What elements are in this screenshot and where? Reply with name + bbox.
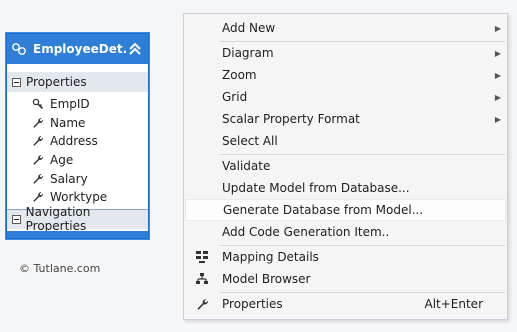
wrench-icon	[32, 191, 44, 203]
property-item[interactable]: Age	[7, 151, 148, 170]
copyright-text: © Tutlane.com	[19, 262, 101, 275]
menu-item-scalar-property-format[interactable]: Scalar Property Format ▶	[185, 108, 506, 130]
property-name: Worktype	[50, 190, 108, 205]
key-wrench-icon	[32, 98, 44, 110]
submenu-arrow-icon: ▶	[494, 92, 502, 102]
menu-item-update-model[interactable]: Update Model from Database...	[185, 177, 506, 199]
menu-item-generate-database[interactable]: Generate Database from Model...	[185, 199, 506, 221]
property-item[interactable]: Worktype	[7, 188, 148, 207]
property-item[interactable]: EmpID	[7, 95, 148, 114]
property-name: Age	[50, 153, 74, 168]
wrench-icon	[185, 293, 219, 315]
collapse-chevron-icon[interactable]	[126, 40, 144, 58]
collapse-minus-icon[interactable]	[12, 214, 21, 224]
entity-header[interactable]: EmployeeDet...	[7, 34, 148, 64]
entity-footer-bar	[7, 231, 148, 238]
property-name: Salary	[50, 171, 88, 186]
menu-item-label: Zoom	[222, 68, 257, 82]
menu-item-label: Model Browser	[222, 272, 311, 286]
navigation-section-label: Navigation Properties	[25, 205, 91, 234]
property-name: Name	[50, 115, 86, 130]
menu-item-grid[interactable]: Grid ▶	[185, 86, 506, 108]
collapse-minus-icon[interactable]	[12, 77, 21, 87]
submenu-arrow-icon: ▶	[494, 114, 502, 124]
mapping-details-icon	[185, 246, 219, 268]
entity-employee-details[interactable]: EmployeeDet... Properties EmpID Name Add…	[6, 33, 149, 239]
menu-item-label: Update Model from Database...	[222, 181, 410, 195]
menu-item-model-browser[interactable]: Model Browser	[185, 268, 506, 290]
menu-item-diagram[interactable]: Diagram ▶	[185, 42, 506, 64]
property-name: EmpID	[50, 97, 90, 112]
entity-title: EmployeeDet...	[33, 42, 126, 56]
menu-item-zoom[interactable]: Zoom ▶	[185, 64, 506, 86]
menu-item-label: Scalar Property Format	[222, 112, 360, 126]
properties-section-header[interactable]: Properties	[7, 72, 148, 92]
menu-item-label: Grid	[222, 90, 248, 104]
wrench-icon	[32, 154, 44, 166]
wrench-icon	[32, 173, 44, 185]
menu-item-properties[interactable]: Properties Alt+Enter	[185, 293, 506, 315]
properties-section-label: Properties	[26, 75, 87, 89]
menu-item-add-code-generation[interactable]: Add Code Generation Item..	[185, 221, 506, 243]
menu-item-label: Diagram	[222, 46, 274, 60]
menu-item-label: Add Code Generation Item..	[222, 225, 390, 239]
property-item[interactable]: Address	[7, 132, 148, 151]
submenu-arrow-icon: ▶	[494, 48, 502, 58]
wrench-icon	[32, 117, 44, 129]
property-item[interactable]: Name	[7, 114, 148, 133]
menu-item-shortcut: Alt+Enter	[424, 297, 483, 311]
menu-item-add-new[interactable]: Add New ▶	[185, 17, 506, 39]
wrench-icon	[32, 135, 44, 147]
property-item[interactable]: Salary	[7, 169, 148, 188]
navigation-section-header[interactable]: Navigation Properties	[7, 205, 148, 233]
menu-item-label: Mapping Details	[222, 250, 319, 264]
submenu-arrow-icon: ▶	[494, 23, 502, 33]
menu-item-label: Generate Database from Model...	[223, 203, 424, 217]
submenu-arrow-icon: ▶	[494, 70, 502, 80]
menu-item-select-all[interactable]: Select All	[185, 130, 506, 152]
menu-item-validate[interactable]: Validate	[185, 155, 506, 177]
context-menu: Add New ▶ Diagram ▶ Zoom ▶ Grid ▶ Scalar…	[183, 13, 508, 320]
menu-item-label: Select All	[222, 134, 278, 148]
menu-item-label: Add New	[222, 21, 276, 35]
menu-item-label: Properties	[222, 297, 283, 311]
menu-item-label: Validate	[222, 159, 271, 173]
property-name: Address	[50, 134, 98, 149]
entity-type-icon	[10, 40, 28, 58]
property-list: EmpID Name Address Age Salary Worktype	[7, 92, 148, 209]
menu-item-mapping-details[interactable]: Mapping Details	[185, 246, 506, 268]
model-browser-icon	[185, 268, 219, 290]
